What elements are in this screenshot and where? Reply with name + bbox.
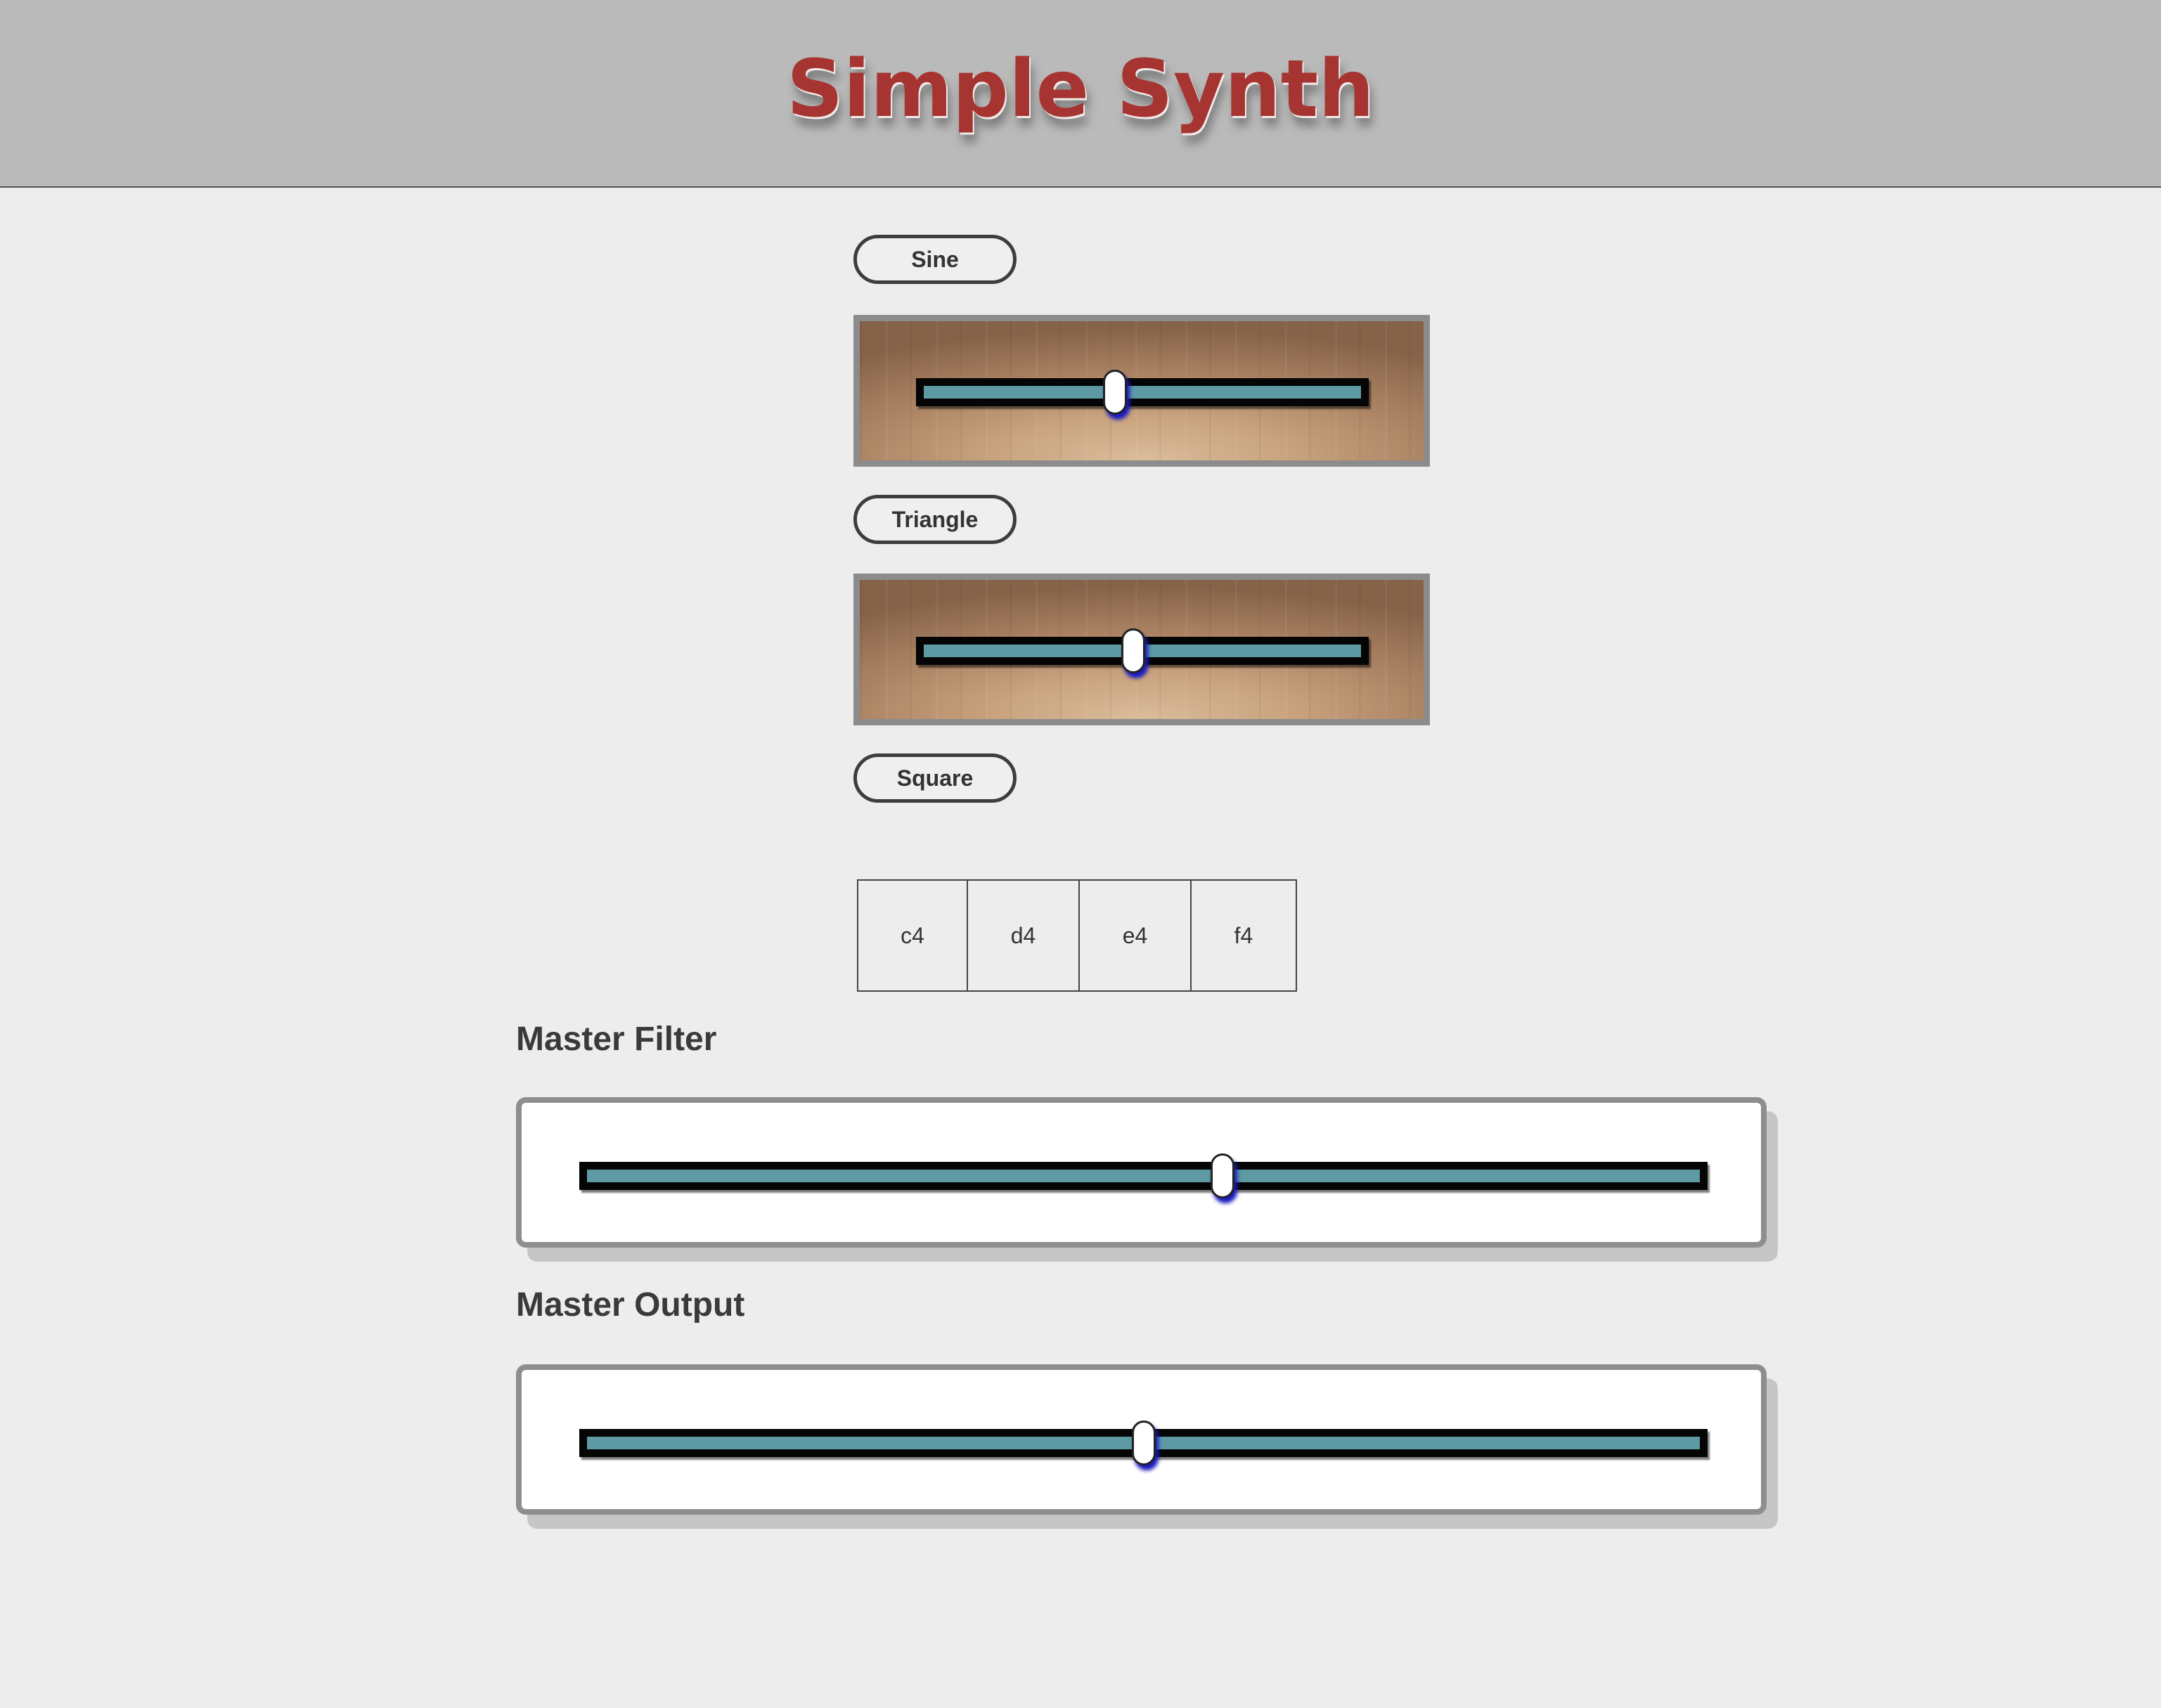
triangle-button[interactable]: Triangle	[853, 495, 1017, 544]
app-header: Simple Synth	[0, 0, 2161, 188]
sine-button[interactable]: Sine	[853, 235, 1017, 284]
sine-slider-thumb[interactable]	[1103, 370, 1128, 415]
key-e4[interactable]: e4	[1078, 879, 1192, 992]
sine-slider-panel	[853, 315, 1430, 467]
master-filter-slider-track[interactable]	[579, 1162, 1708, 1190]
triangle-slider-panel	[853, 574, 1430, 725]
key-d4[interactable]: d4	[967, 879, 1080, 992]
master-filter-slider-thumb[interactable]	[1210, 1153, 1234, 1198]
master-filter-panel	[516, 1097, 1767, 1248]
triangle-slider-thumb[interactable]	[1121, 628, 1146, 673]
key-c4[interactable]: c4	[857, 879, 968, 992]
master-output-label: Master Output	[516, 1286, 745, 1324]
master-filter-label: Master Filter	[516, 1021, 717, 1058]
square-button[interactable]: Square	[853, 753, 1017, 803]
app-title: Simple Synth	[787, 44, 1374, 135]
sine-slider-track[interactable]	[916, 378, 1369, 406]
keyboard: c4 d4 e4 f4	[857, 879, 1297, 992]
key-f4[interactable]: f4	[1190, 879, 1297, 992]
master-output-slider-thumb[interactable]	[1131, 1421, 1156, 1466]
master-output-panel	[516, 1364, 1767, 1515]
